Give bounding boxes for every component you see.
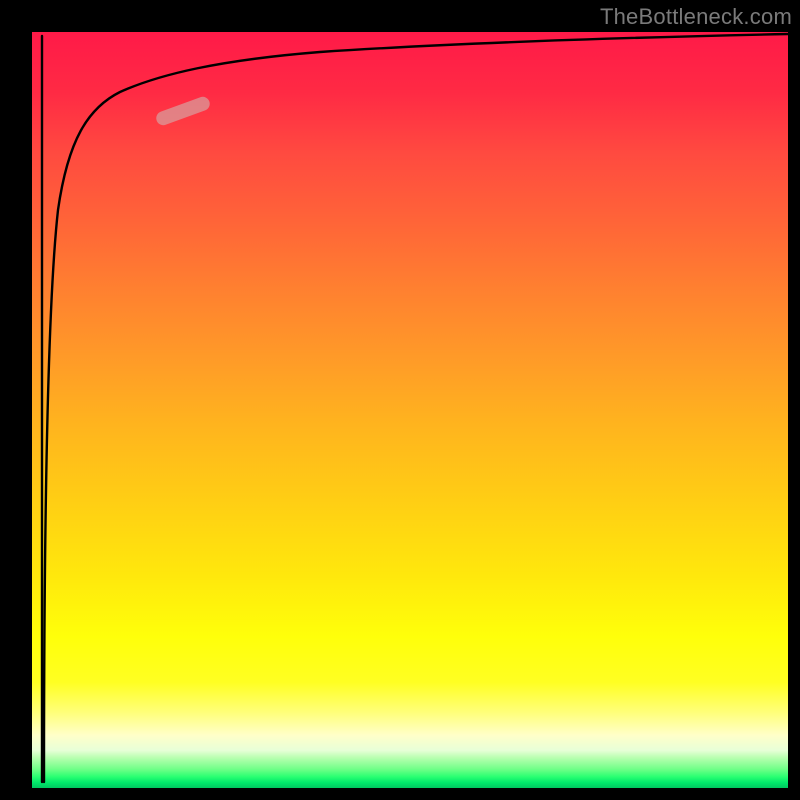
plot-area — [32, 32, 788, 788]
x-axis-band — [0, 788, 800, 800]
watermark-text: TheBottleneck.com — [600, 4, 792, 30]
y-axis-band — [0, 0, 32, 800]
chart-stage: TheBottleneck.com — [0, 0, 800, 800]
